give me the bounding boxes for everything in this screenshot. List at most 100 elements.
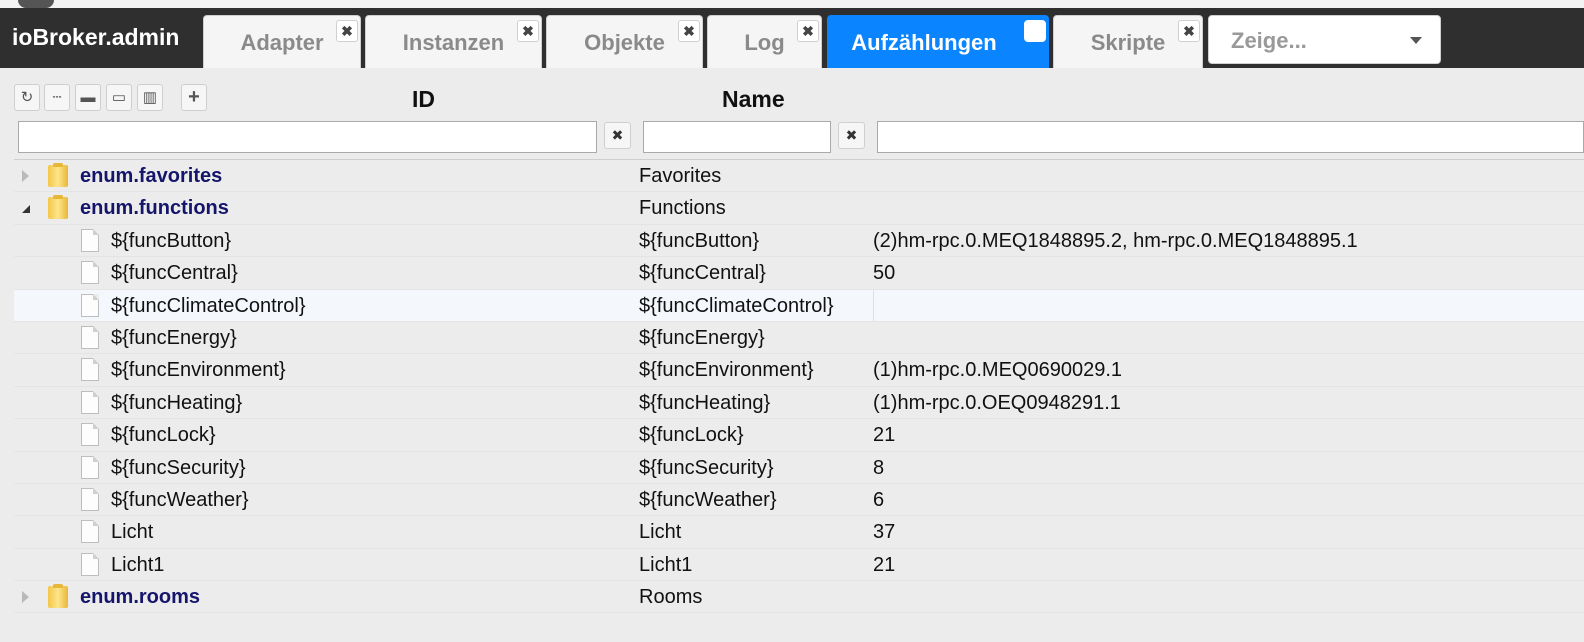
close-icon: ✖: [845, 127, 858, 143]
row-members: (2)hm-rpc.0.MEQ1848895.2, hm-rpc.0.MEQ18…: [873, 229, 1358, 252]
row-members: 8: [873, 456, 885, 479]
row-id: ${funcEnergy}: [111, 326, 237, 349]
file-icon: [81, 487, 99, 511]
row-name: Rooms: [639, 586, 703, 609]
close-icon: ✖: [611, 127, 624, 143]
tab-label: Aufzählungen: [851, 30, 997, 55]
close-icon[interactable]: ✖: [678, 20, 700, 42]
row-name: ${funcCentral}: [639, 262, 766, 285]
row-id: Licht1: [111, 553, 165, 576]
close-icon[interactable]: ✖: [336, 20, 358, 42]
table-row[interactable]: enum.favorites Favorites: [14, 160, 1584, 193]
row-id: enum.favorites: [80, 165, 223, 187]
file-icon: [81, 520, 99, 544]
file-icon: [81, 390, 99, 414]
row-name: ${funcEnvironment}: [639, 359, 814, 382]
tab-aufzaehlungen[interactable]: Aufzählungen: [827, 15, 1049, 68]
add-icon: +: [188, 86, 200, 108]
row-id: enum.functions: [80, 197, 229, 220]
show-select[interactable]: Zeige...: [1208, 15, 1441, 64]
collapsed-arrow-icon[interactable]: [22, 591, 29, 604]
row-id: Licht: [111, 521, 154, 544]
members-filter-input[interactable]: [877, 121, 1584, 153]
chevron-down-icon: [1410, 37, 1422, 44]
column-header-id[interactable]: ID: [412, 86, 435, 113]
row-name: ${funcEnergy}: [639, 326, 765, 349]
row-members: 37: [873, 521, 896, 544]
table-row[interactable]: ${funcWeather} ${funcWeather} 6: [14, 483, 1584, 517]
collapsed-arrow-icon[interactable]: [22, 170, 29, 182]
table-row[interactable]: ${funcLock} ${funcLock} 21: [14, 419, 1584, 452]
file-icon: [81, 293, 99, 317]
id-filter-input[interactable]: [18, 121, 597, 153]
app-title: ioBroker.admin: [12, 24, 180, 50]
table-row[interactable]: enum.rooms Rooms: [14, 581, 1584, 614]
table-row[interactable]: ${funcCentral} ${funcCentral} 50: [14, 257, 1584, 290]
file-icon: [81, 325, 99, 349]
table-row[interactable]: ${funcButton} ${funcButton} (2)hm-rpc.0.ME…: [14, 224, 1584, 258]
row-members: 21: [873, 553, 896, 576]
id-filter-clear-button[interactable]: ✖: [604, 122, 631, 149]
file-icon: [81, 228, 99, 252]
close-icon[interactable]: [1024, 20, 1046, 42]
file-icon: [81, 261, 99, 285]
table-row[interactable]: ${funcSecurity} ${funcSecurity} 8: [14, 451, 1584, 484]
table-row[interactable]: ${funcEnvironment} ${funcEnvironment} (1)h…: [14, 354, 1584, 387]
row-id: ${funcEnvironment}: [111, 359, 286, 382]
close-icon[interactable]: ✖: [517, 20, 539, 42]
refresh-icon: ↻: [20, 89, 34, 106]
row-name: Licht1: [639, 553, 693, 576]
tab-skripte[interactable]: Skripte ✖: [1053, 15, 1203, 68]
tab-label: Instanzen: [402, 30, 505, 55]
top-line: [0, 0, 1584, 8]
row-id: ${funcClimateControl}: [111, 294, 306, 317]
table-row[interactable]: ${funcEnergy} ${funcEnergy}: [14, 321, 1584, 355]
folder-expand-icon: ▭: [111, 89, 127, 106]
show-select-value: Zeige...: [1231, 28, 1307, 53]
tab-adapter[interactable]: Adapter ✖: [203, 15, 361, 68]
row-name: Favorites: [639, 165, 722, 187]
row-members: (1)hm-rpc.0.OEQ0948291.1: [873, 391, 1121, 414]
expand-all-button[interactable]: ▭: [106, 84, 132, 111]
row-name: Licht: [639, 521, 682, 544]
table-row[interactable]: enum.functions Functions: [14, 192, 1584, 225]
tab-instanzen[interactable]: Instanzen ✖: [365, 15, 542, 68]
row-name: ${funcLock}: [639, 424, 744, 447]
table-row[interactable]: ${funcClimateControl} ${funcClimateContro…: [14, 289, 1584, 322]
tab-objekte[interactable]: Objekte ✖: [546, 15, 703, 68]
row-id: ${funcLock}: [111, 424, 216, 447]
enum-tree: enum.favorites Favorites enum.functions Fun…: [14, 160, 1584, 614]
table-row[interactable]: Licht Licht 37: [14, 516, 1584, 549]
table-row[interactable]: Licht1 Licht1 21: [14, 548, 1584, 582]
expanded-arrow-icon[interactable]: [22, 205, 30, 214]
refresh-button[interactable]: ↻: [14, 84, 40, 111]
list-icon: ┄: [52, 89, 62, 106]
folder-collapse-icon: ▬: [80, 89, 96, 106]
close-icon[interactable]: ✖: [797, 20, 819, 42]
row-name: ${funcClimateControl}: [639, 294, 834, 317]
top-bar: ioBroker.admin Adapter ✖ Instanzen ✖ Obj…: [0, 0, 1584, 68]
column-header-name[interactable]: Name: [722, 86, 785, 113]
row-id: ${funcHeating}: [111, 391, 243, 414]
name-filter-input[interactable]: [643, 121, 831, 153]
folder-icon: [48, 163, 68, 187]
row-members: 50: [873, 262, 896, 285]
folder-icon: [48, 584, 68, 609]
name-filter-clear-button[interactable]: ✖: [838, 122, 865, 149]
row-members: 6: [873, 488, 885, 511]
file-icon: [81, 552, 99, 576]
file-icon: [81, 423, 99, 447]
add-button[interactable]: +: [181, 84, 207, 111]
list-view-button[interactable]: ┄: [44, 84, 70, 111]
tab-log[interactable]: Log ✖: [707, 15, 822, 68]
folder-icon: [48, 195, 68, 220]
columns-button[interactable]: ▥: [137, 84, 163, 111]
columns-icon: ▥: [142, 89, 158, 106]
row-members: 21: [873, 424, 896, 447]
row-name: ${funcSecurity}: [639, 456, 774, 479]
close-icon[interactable]: ✖: [1178, 20, 1200, 42]
row-id: enum.rooms: [80, 586, 201, 609]
table-row[interactable]: ${funcHeating} ${funcHeating} (1)hm-rpc.0.…: [14, 386, 1584, 420]
file-icon: [81, 455, 99, 479]
collapse-all-button[interactable]: ▬: [75, 84, 101, 111]
